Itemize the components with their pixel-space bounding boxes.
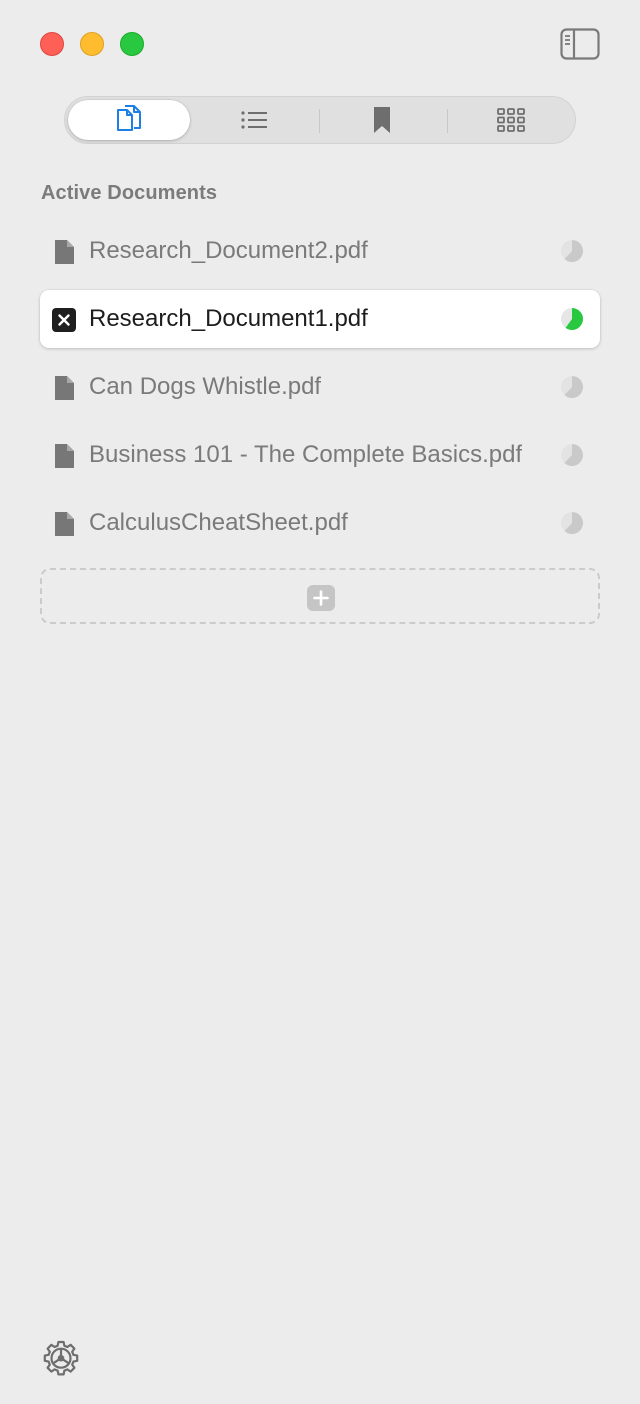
progress-pie-icon xyxy=(561,376,583,398)
settings-button[interactable] xyxy=(42,1340,80,1378)
zoom-window-button[interactable] xyxy=(120,32,144,56)
add-document-dropzone[interactable] xyxy=(40,568,600,624)
segment-divider xyxy=(447,109,448,133)
tab-outline[interactable] xyxy=(193,100,315,140)
document-item[interactable]: Research_Document2.pdf xyxy=(40,222,600,280)
document-item[interactable]: Can Dogs Whistle.pdf xyxy=(40,358,600,416)
document-name: Research_Document1.pdf xyxy=(89,305,368,332)
section-title: Active Documents xyxy=(41,182,218,204)
active-documents-list: Research_Document2.pdf Research_Document… xyxy=(40,222,600,562)
tab-bookmarks[interactable] xyxy=(321,100,443,140)
grid-icon xyxy=(497,108,525,132)
window-controls xyxy=(40,32,144,56)
tab-thumbnails[interactable] xyxy=(450,100,572,140)
document-item[interactable]: Business 101 - The Complete Basics.pdf xyxy=(40,426,600,484)
tab-documents[interactable] xyxy=(68,100,190,140)
close-window-button[interactable] xyxy=(40,32,64,56)
document-item-selected[interactable]: Research_Document1.pdf xyxy=(40,290,600,348)
documents-icon xyxy=(117,105,141,131)
document-icon xyxy=(55,444,74,468)
document-name: CalculusCheatSheet.pdf xyxy=(89,509,348,536)
gear-icon xyxy=(43,1340,79,1376)
document-icon xyxy=(55,240,74,264)
document-item[interactable]: CalculusCheatSheet.pdf xyxy=(40,494,600,552)
progress-pie-icon xyxy=(561,444,583,466)
view-mode-segmented-control xyxy=(64,96,576,144)
close-icon[interactable] xyxy=(52,307,76,333)
segment-divider xyxy=(319,109,320,133)
plus-icon[interactable] xyxy=(307,585,335,611)
bookmark-icon xyxy=(374,107,390,133)
document-name: Research_Document2.pdf xyxy=(89,237,368,264)
list-icon xyxy=(241,111,267,129)
minimize-window-button[interactable] xyxy=(80,32,104,56)
sidebar-toggle-button[interactable] xyxy=(560,28,600,60)
sidebar-icon xyxy=(560,28,600,60)
document-name: Business 101 - The Complete Basics.pdf xyxy=(89,441,523,468)
progress-pie-icon xyxy=(561,308,583,330)
progress-pie-icon xyxy=(561,512,583,534)
document-name: Can Dogs Whistle.pdf xyxy=(89,373,322,400)
progress-pie-icon xyxy=(561,240,583,262)
document-icon xyxy=(55,376,74,400)
document-icon xyxy=(55,512,74,536)
